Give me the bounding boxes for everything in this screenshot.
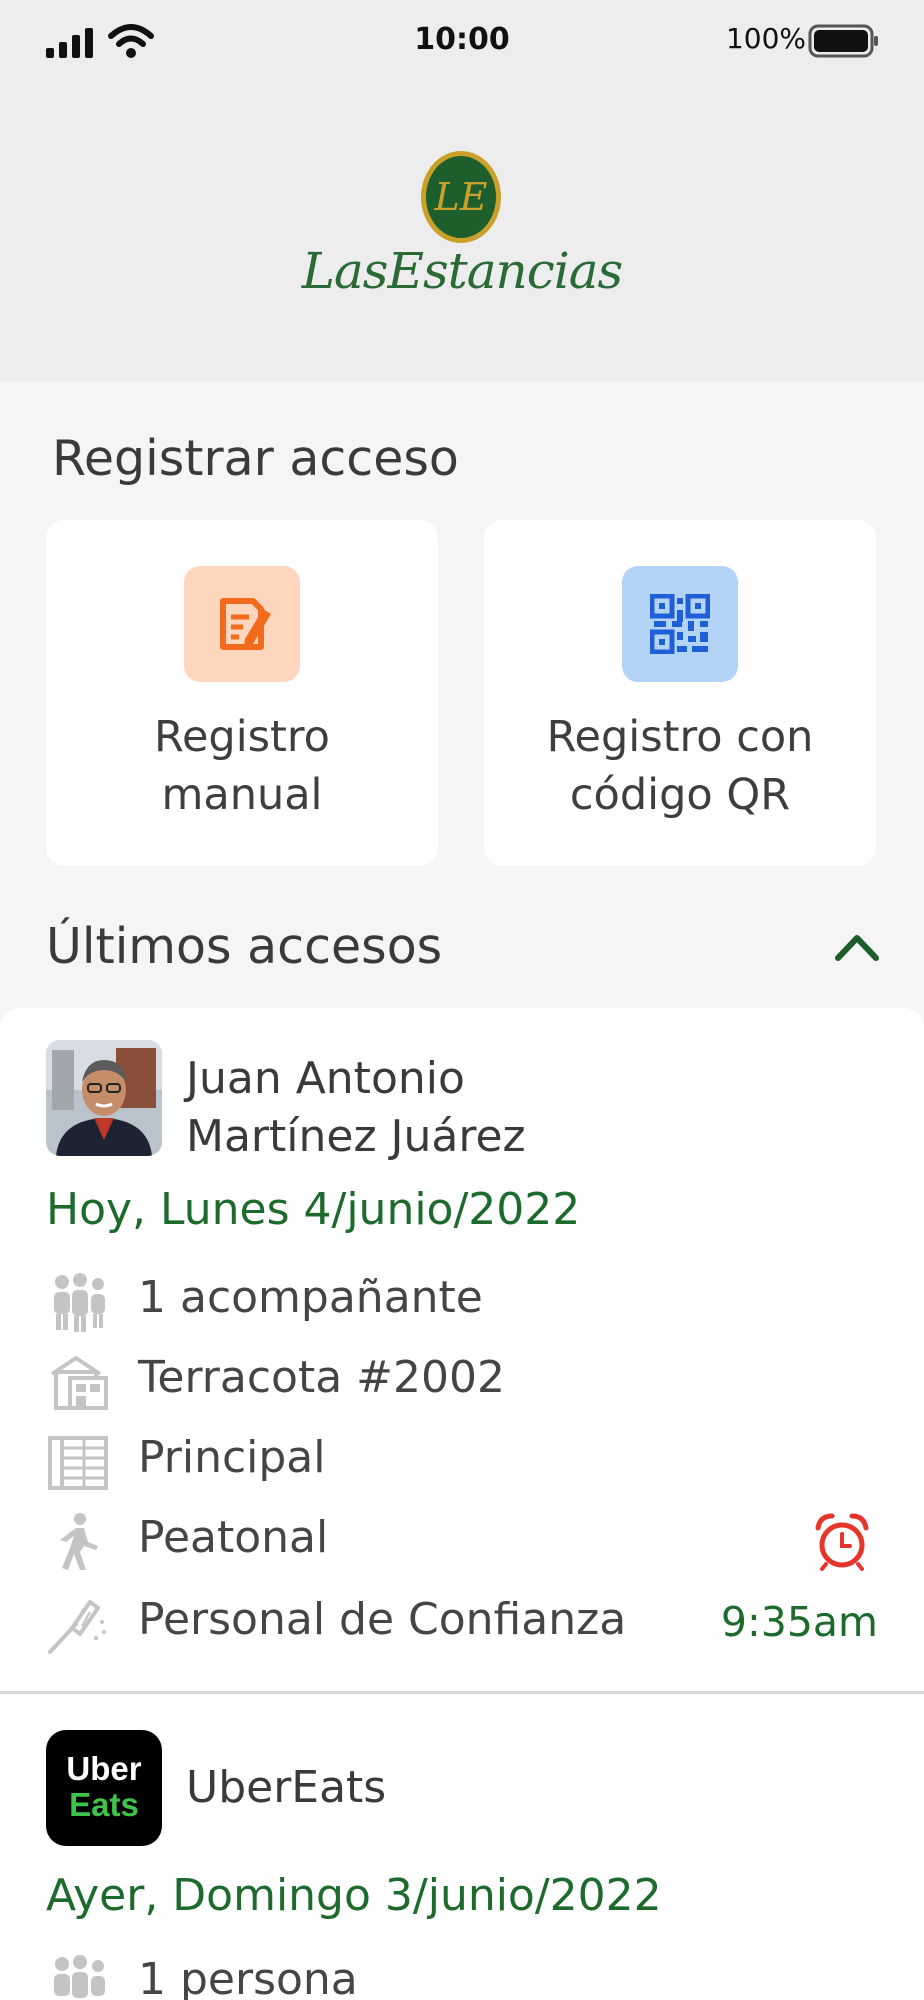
walking-person-icon (60, 1513, 98, 1570)
entry-date: Ayer, Domingo 3/junio/2022 (46, 1870, 662, 1921)
mode-row: Peatonal (46, 1506, 878, 1576)
companions-row: 1 acompañante (46, 1266, 878, 1336)
recent-accesses-title: Últimos accesos (46, 918, 443, 975)
manual-register-button[interactable]: Registro manual (46, 520, 438, 866)
companions-text: 1 acompañante (138, 1272, 483, 1323)
qr-register-label: Registro con código QR (546, 712, 814, 820)
gate-row: Principal (46, 1426, 878, 1496)
ubereats-logo-line1: Uber (66, 1750, 142, 1787)
visitor-name: Juan Antonio Martínez Juárez (186, 1053, 526, 1162)
chevron-up-icon[interactable] (832, 928, 882, 964)
entry-date: Hoy, Lunes 4/junio/2022 (46, 1184, 581, 1235)
edit-document-icon (184, 566, 300, 682)
qr-code-icon (622, 566, 738, 682)
ubereats-logo-line2: Eats (69, 1786, 139, 1823)
qr-register-button[interactable]: Registro con código QR (484, 520, 876, 866)
avatar (46, 1040, 162, 1156)
svg-text:LE: LE (434, 175, 488, 219)
manual-register-label: Registro manual (154, 712, 330, 820)
visitor-name: UberEats (186, 1762, 387, 1813)
group-icon (54, 1273, 105, 1332)
brand-monogram-logo: LE (421, 151, 501, 243)
address-text: Terracota #2002 (138, 1352, 505, 1403)
status-bar: 10:00 100% (0, 0, 924, 82)
entry-time: 9:35am (720, 1598, 878, 1646)
category-text: Personal de Confianza (138, 1594, 627, 1645)
companions-row: 1 persona (46, 1948, 878, 2000)
gate-icon (48, 1436, 108, 1490)
alarm-clock-icon (815, 1513, 869, 1571)
brand-logo-text: LasEstancias (301, 242, 623, 300)
broom-icon (48, 1600, 106, 1654)
address-row: Terracota #2002 (46, 1346, 878, 1416)
mode-text: Peatonal (138, 1512, 329, 1563)
battery-icon (808, 24, 878, 58)
register-access-title: Registrar acceso (52, 430, 459, 487)
ubereats-logo: Uber Eats (46, 1730, 162, 1846)
battery-percent: 100% (725, 22, 806, 55)
gate-text: Principal (138, 1432, 326, 1483)
app-header: 10:00 100% LE LasEstancias (0, 0, 924, 381)
list-divider (0, 1691, 924, 1694)
group-icon (54, 1955, 105, 1998)
building-icon (50, 1356, 108, 1410)
companions-text: 1 persona (138, 1954, 358, 2000)
